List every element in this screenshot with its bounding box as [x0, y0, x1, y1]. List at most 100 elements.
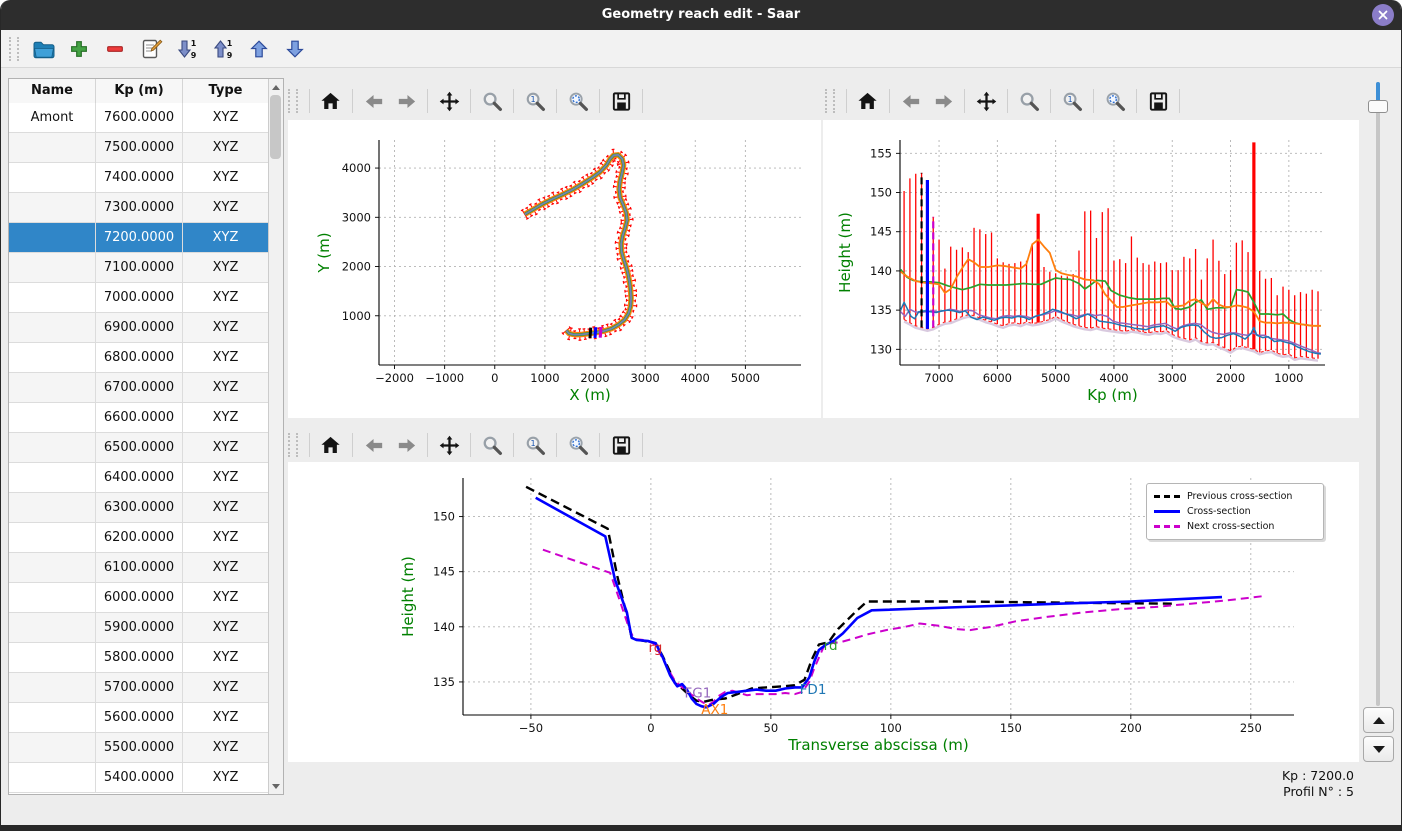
scrollbar-thumb[interactable] — [270, 95, 281, 159]
toolbar-grip[interactable] — [825, 89, 835, 113]
table-row[interactable]: Amont7600.0000XYZ — [9, 103, 269, 133]
table-row[interactable]: 5400.0000XYZ — [9, 763, 269, 793]
zoom-button[interactable] — [476, 430, 508, 460]
save-button[interactable] — [1142, 86, 1174, 116]
column-header-type[interactable]: Type — [183, 79, 269, 103]
column-header-name[interactable]: Name — [9, 79, 96, 103]
table-row[interactable]: 5700.0000XYZ — [9, 673, 269, 703]
svg-text:Y (m): Y (m) — [315, 232, 333, 273]
zoom-button[interactable] — [1013, 86, 1045, 116]
table-row[interactable]: 6200.0000XYZ — [9, 523, 269, 553]
table-scrollbar[interactable] — [268, 79, 283, 794]
table-row[interactable]: 6100.0000XYZ — [9, 553, 269, 583]
svg-text:150: 150 — [433, 510, 455, 524]
svg-text:1000: 1000 — [342, 309, 371, 323]
forward-button[interactable] — [390, 430, 422, 460]
table-row[interactable]: 7000.0000XYZ — [9, 283, 269, 313]
legend-swatch-previous — [1154, 495, 1180, 498]
forward-button[interactable] — [390, 86, 422, 116]
table-cell: Amont — [9, 103, 96, 132]
triangle-up-icon — [1373, 717, 1385, 724]
table-row[interactable]: 7200.0000XYZ — [9, 223, 269, 253]
forward-button[interactable] — [927, 86, 959, 116]
move-up-button[interactable] — [244, 34, 274, 64]
edit-row-button[interactable] — [136, 34, 166, 64]
save-button[interactable] — [605, 86, 637, 116]
add-row-button[interactable] — [64, 34, 94, 64]
table-row[interactable]: 6800.0000XYZ — [9, 343, 269, 373]
table-row[interactable]: 6700.0000XYZ — [9, 373, 269, 403]
table-row[interactable]: 6300.0000XYZ — [9, 493, 269, 523]
table-row[interactable]: 6000.0000XYZ — [9, 583, 269, 613]
table-row[interactable]: 7500.0000XYZ — [9, 133, 269, 163]
table-row[interactable]: 6500.0000XYZ — [9, 433, 269, 463]
pan-button[interactable] — [433, 430, 465, 460]
plan-view-plot[interactable]: −2000−1000010002000300040005000100020003… — [288, 120, 821, 418]
section-slider[interactable] — [1376, 82, 1380, 706]
table-row[interactable]: 5800.0000XYZ — [9, 643, 269, 673]
scroll-down-button[interactable] — [269, 779, 282, 793]
sort-descending-button[interactable]: 1 9 — [172, 34, 202, 64]
table-cell: XYZ — [183, 403, 269, 432]
table-row[interactable]: 6900.0000XYZ — [9, 313, 269, 343]
back-button[interactable] — [358, 86, 390, 116]
home-button[interactable] — [315, 86, 347, 116]
table-row[interactable]: 5500.0000XYZ — [9, 733, 269, 763]
next-section-button[interactable] — [1363, 736, 1394, 762]
pan-button[interactable] — [970, 86, 1002, 116]
save-button[interactable] — [605, 430, 637, 460]
move-down-button[interactable] — [280, 34, 310, 64]
back-button[interactable] — [358, 430, 390, 460]
table-cell — [9, 493, 96, 522]
home-button[interactable] — [315, 430, 347, 460]
table-cell — [9, 433, 96, 462]
zoom-select-button[interactable] — [562, 86, 594, 116]
table-row[interactable]: 7100.0000XYZ — [9, 253, 269, 283]
svg-text:1: 1 — [530, 438, 535, 448]
table-row[interactable]: 7400.0000XYZ — [9, 163, 269, 193]
toolbar-separator — [470, 89, 471, 113]
zoom-icon — [1018, 90, 1041, 113]
home-button[interactable] — [852, 86, 884, 116]
table-cell: XYZ — [183, 643, 269, 672]
zoom-one-button[interactable]: 1 — [1056, 86, 1088, 116]
scroll-up-button[interactable] — [269, 80, 282, 94]
folder-icon — [31, 37, 55, 61]
zoom-select-button[interactable] — [1099, 86, 1131, 116]
forward-icon — [932, 90, 955, 113]
table-cell — [9, 193, 96, 222]
table-row[interactable]: 6400.0000XYZ — [9, 463, 269, 493]
table-cell — [9, 463, 96, 492]
table-cell: XYZ — [183, 523, 269, 552]
sort-ascending-button[interactable]: 1 9 — [208, 34, 238, 64]
svg-text:3000: 3000 — [630, 371, 659, 385]
open-folder-button[interactable] — [28, 34, 58, 64]
svg-text:150: 150 — [1000, 721, 1022, 735]
zoom-select-button[interactable] — [562, 430, 594, 460]
table-cell: 7000.0000 — [96, 283, 183, 312]
toolbar-grip[interactable] — [9, 37, 19, 61]
table-cell: XYZ — [183, 703, 269, 732]
table-row[interactable]: 5900.0000XYZ — [9, 613, 269, 643]
table-row[interactable]: 7300.0000XYZ — [9, 193, 269, 223]
back-button[interactable] — [895, 86, 927, 116]
zoom-button[interactable] — [476, 86, 508, 116]
toolbar-grip[interactable] — [288, 433, 298, 457]
table-row[interactable]: 5600.0000XYZ — [9, 703, 269, 733]
zoom-one-button[interactable]: 1 — [519, 86, 551, 116]
toolbar-separator — [1093, 89, 1094, 113]
section-slider-handle[interactable] — [1368, 100, 1388, 113]
table-cell: 6800.0000 — [96, 343, 183, 372]
close-button[interactable] — [1372, 4, 1394, 26]
remove-row-button[interactable] — [100, 34, 130, 64]
pan-button[interactable] — [433, 86, 465, 116]
column-header-kp[interactable]: Kp (m) — [96, 79, 183, 103]
table-row[interactable]: 6600.0000XYZ — [9, 403, 269, 433]
titlebar[interactable]: Geometry reach edit - Saar — [1, 0, 1401, 30]
longitudinal-profile-plot[interactable]: 7000600050004000300020001000130135140145… — [823, 120, 1359, 418]
svg-text:9: 9 — [227, 51, 233, 60]
previous-section-button[interactable] — [1363, 707, 1394, 733]
toolbar-grip[interactable] — [288, 89, 298, 113]
zoom-one-button[interactable]: 1 — [519, 430, 551, 460]
toolbar-separator — [1179, 89, 1180, 113]
